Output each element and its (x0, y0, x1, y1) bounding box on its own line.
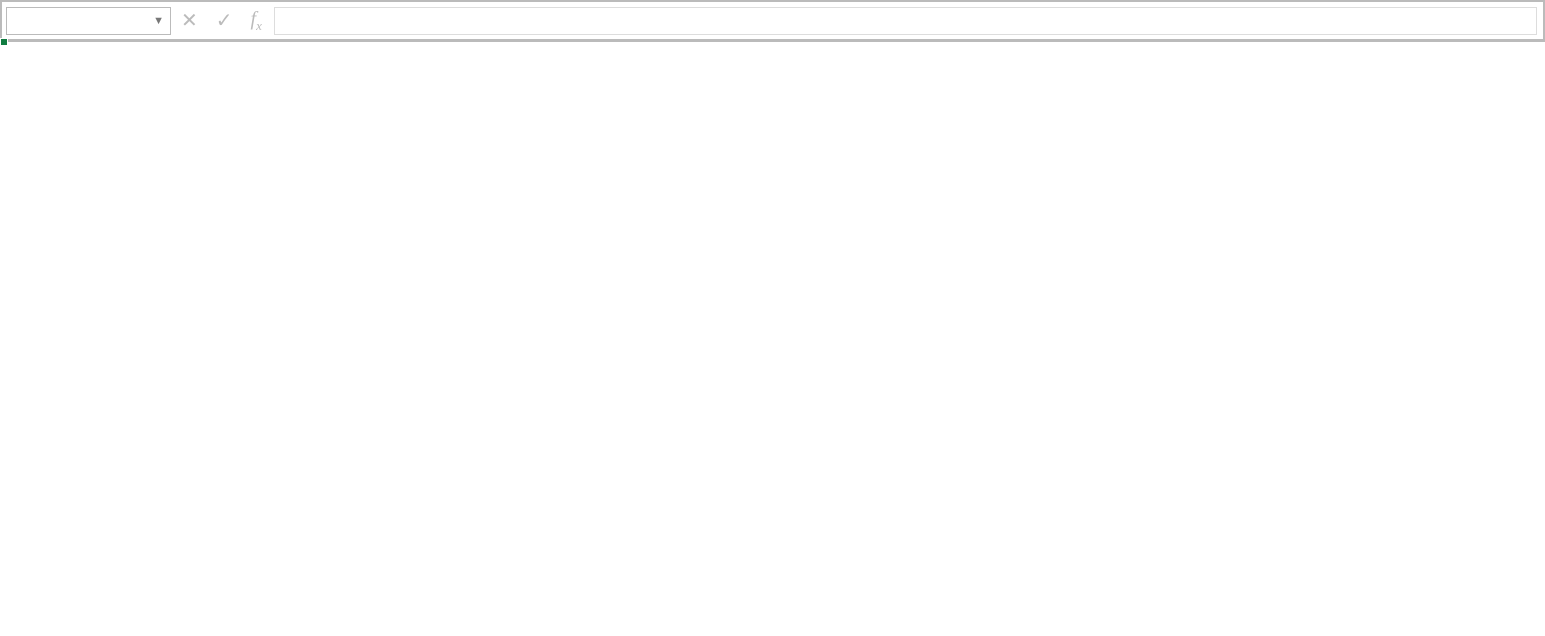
formula-input[interactable] (274, 7, 1537, 35)
confirm-icon: ✓ (216, 8, 233, 33)
formula-bar: ▼ ✕ ✓ fx (2, 2, 1543, 40)
fx-icon[interactable]: fx (251, 8, 262, 34)
selection-outline (2, 40, 6, 44)
name-box[interactable]: ▼ (6, 7, 171, 35)
name-box-dropdown-icon[interactable]: ▼ (153, 15, 164, 27)
formula-bar-actions: ✕ ✓ fx (175, 8, 268, 34)
cancel-icon: ✕ (181, 8, 198, 33)
